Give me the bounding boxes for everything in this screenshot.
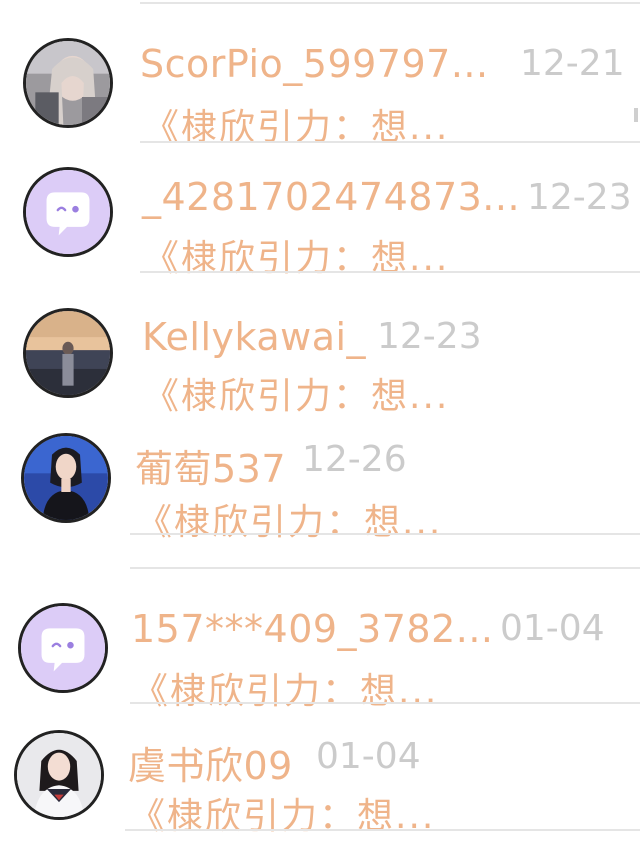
message-date: 12-21	[520, 43, 625, 84]
row-divider	[130, 533, 640, 535]
avatar[interactable]	[23, 167, 113, 257]
contact-name: 葡萄537	[135, 447, 287, 491]
row-divider	[130, 702, 640, 704]
avatar[interactable]	[23, 38, 113, 128]
message-date: 12-23	[527, 177, 632, 218]
list-item[interactable]: 157***409_3782... 01-04 《棣欣引力：想...	[0, 575, 640, 712]
message-date: 01-04	[316, 736, 421, 777]
row-divider	[130, 567, 640, 569]
user-photo-icon	[24, 436, 108, 520]
message-preview: 《棣欣引力：想...	[143, 238, 450, 279]
message-date: 01-04	[500, 608, 605, 649]
chat-bubble-face-icon	[26, 170, 110, 254]
list-item[interactable]: 葡萄537 12-26 《棣欣引力：想...	[0, 415, 640, 575]
chat-bubble-face-icon	[21, 606, 105, 690]
row-divider	[140, 141, 640, 143]
contact-name: Kellykawai_	[142, 315, 367, 359]
message-preview: 《棣欣引力：想...	[136, 502, 443, 543]
list-item[interactable]: ScorPio_599797... 12-21 《棣欣引力：想...	[0, 0, 640, 148]
message-date: 12-26	[302, 439, 407, 480]
contact-name: _4281702474873...	[142, 175, 521, 219]
avatar[interactable]	[23, 308, 113, 398]
avatar[interactable]	[14, 730, 104, 820]
user-photo-icon	[26, 311, 110, 395]
list-item[interactable]: Kellykawai_ 12-23 《棣欣引力：想...	[0, 275, 640, 417]
avatar[interactable]	[18, 603, 108, 693]
contact-name: 157***409_3782...	[131, 607, 494, 651]
contact-name: ScorPio_599797...	[140, 42, 489, 86]
list-item[interactable]: _4281702474873... 12-23 《棣欣引力：想...	[0, 145, 640, 279]
list-item[interactable]: 虞书欣09 01-04 《棣欣引力：想...	[0, 705, 640, 846]
contact-name: 虞书欣09	[128, 744, 293, 788]
message-preview: 《棣欣引力：想...	[129, 796, 436, 837]
row-divider	[125, 829, 640, 831]
message-date: 12-23	[377, 316, 482, 357]
user-photo-icon	[17, 733, 101, 817]
message-preview: 《棣欣引力：想...	[143, 376, 450, 417]
row-divider	[140, 271, 640, 273]
avatar[interactable]	[21, 433, 111, 523]
user-photo-icon	[26, 41, 110, 125]
